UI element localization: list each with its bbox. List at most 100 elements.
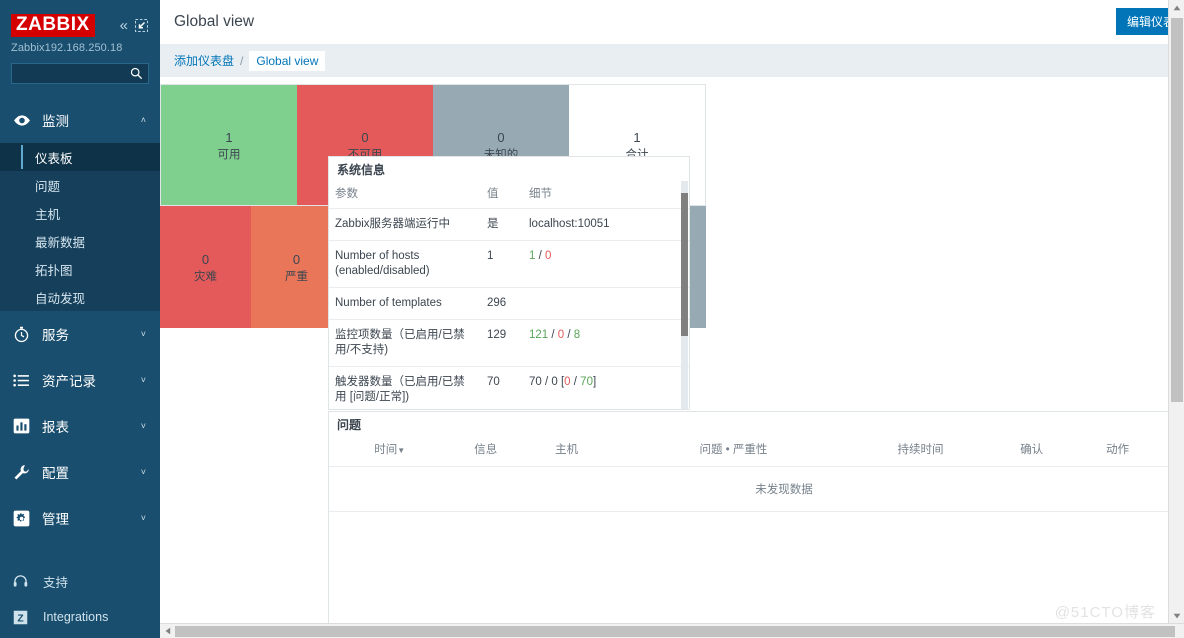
row-value: 1 [481, 240, 523, 288]
horizontal-scrollbar[interactable] [160, 623, 1184, 638]
sort-arrow-icon: ▼ [397, 446, 406, 455]
sidebar-item-label: 服务 [42, 328, 69, 343]
row-parameter: Zabbix服务器端运行中 [329, 208, 481, 241]
page-title: Global view [174, 12, 255, 30]
list-icon [13, 374, 32, 387]
problems-table: 时间▼ 信息 主机 问题 • 严重性 持续时间 确认 动作 标记 未发现数据 [329, 436, 1184, 512]
sidebar-subitem-label: 仪表板 [35, 151, 73, 166]
column-header-details: 细节 [529, 188, 552, 200]
sidebar-subitem-label: 拓扑图 [35, 263, 73, 278]
tile-label: 严重 [285, 270, 308, 283]
chevron-down-icon[interactable]: ˅ [141, 467, 146, 477]
eye-icon [13, 114, 32, 127]
row-parameter: Number of hosts (enabled/disabled) [329, 240, 481, 288]
problems-body: 未发现数据 [329, 466, 1184, 512]
sidebar-item-discovery[interactable]: 自动发现 [0, 283, 160, 311]
sidebar-item-dashboard[interactable]: 仪表板 [0, 143, 160, 171]
sidebar-item-label: 配置 [42, 466, 69, 481]
sidebar-item-latest-data[interactable]: 最新数据 [0, 227, 160, 255]
sidebar-subitem-label: 自动发现 [35, 291, 86, 306]
row-details: 70 / 0 [0 / 70] [523, 366, 689, 409]
column-header-value: 值 [487, 188, 499, 200]
column-header-host[interactable]: 主机 [521, 436, 612, 467]
tile-count: 0 [361, 129, 369, 145]
sidebar: ZABBIX « Zabbix192.168.250.18 监测 ˄ 仪表板 问… [0, 0, 160, 638]
sidebar-item-support[interactable]: 支持 [0, 563, 160, 599]
tile-count: 0 [292, 251, 301, 267]
stopwatch-icon [13, 326, 32, 343]
availability-tile-available[interactable]: 1 可用 [161, 85, 297, 205]
row-value: 129 [481, 319, 523, 367]
chevron-down-icon[interactable]: ˅ [141, 513, 146, 523]
chevron-down-icon[interactable]: ˅ [141, 329, 146, 339]
sidebar-nav-lower: 支持 Z Integrations ? [0, 563, 160, 638]
sidebar-item-label: Integrations [43, 610, 109, 624]
column-header-parameter: 参数 [335, 188, 358, 200]
row-parameter: Number of templates [329, 287, 481, 320]
detail-sep: / [564, 329, 574, 341]
vertical-scrollbar[interactable] [1168, 0, 1184, 624]
search-icon[interactable] [130, 67, 143, 85]
table-header-row: 参数 值 细节 [329, 181, 689, 209]
main-content: Global view 编辑仪表盘 添加仪表盘 / Global view 系统… [160, 0, 1184, 638]
scroll-left-arrow-icon[interactable] [160, 624, 175, 638]
column-header-problem-severity[interactable]: 问题 • 严重性 [612, 436, 855, 467]
row-value: 296 [481, 287, 523, 320]
column-header-ack[interactable]: 确认 [986, 436, 1077, 467]
dashboard-board: 系统信息 参数 值 细节 Zabbix服务器端运行中 是 localhost:1… [160, 77, 1184, 638]
zabbix-logo[interactable]: ZABBIX [11, 14, 95, 37]
sidebar-item-hosts[interactable]: 主机 [0, 199, 160, 227]
sidebar-item-integrations[interactable]: Z Integrations [0, 599, 160, 635]
sidebar-search-wrap [0, 54, 160, 84]
chevron-up-icon[interactable]: ˄ [141, 115, 146, 125]
breadcrumb-add-dashboard-link[interactable]: 添加仪表盘 [174, 52, 234, 69]
sidebar-host-label: Zabbix192.168.250.18 [11, 42, 123, 54]
sidebar-subitem-label: 最新数据 [35, 235, 86, 250]
detail-part: 70 / 0 [ [529, 376, 565, 388]
severity-tile-disaster[interactable]: 0 灾难 [160, 206, 251, 328]
scroll-up-arrow-icon[interactable] [1169, 0, 1184, 16]
column-header-duration[interactable]: 持续时间 [855, 436, 986, 467]
sidebar-item-label: 报表 [42, 420, 69, 435]
top-bar: Global view 编辑仪表盘 [160, 0, 1184, 44]
row-value: 是 [481, 208, 523, 241]
sidebar-item-label: 支持 [43, 575, 69, 590]
table-row: Number of hosts (enabled/disabled) 1 1 /… [329, 240, 689, 288]
sidebar-item-inventory[interactable]: 资产记录 ˅ [0, 357, 160, 403]
column-header-info[interactable]: 信息 [450, 436, 521, 467]
vertical-scrollbar-thumb[interactable] [1171, 18, 1183, 402]
detail-part: localhost:10051 [529, 218, 610, 230]
sidebar-item-services[interactable]: 服务 ˅ [0, 311, 160, 357]
sidebar-item-configuration[interactable]: 配置 ˅ [0, 449, 160, 495]
search-input[interactable] [12, 64, 148, 83]
sidebar-item-monitoring[interactable]: 监测 ˄ [0, 97, 160, 143]
row-parameter: 触发器数量（已启用/已禁用 [问题/正常]) [329, 366, 481, 409]
table-row: 触发器数量（已启用/已禁用 [问题/正常]) 70 70 / 0 [0 / 70… [329, 366, 689, 409]
table-row: 未发现数据 [329, 466, 1184, 512]
sidebar-item-maps[interactable]: 拓扑图 [0, 255, 160, 283]
sidebar-submenu-monitoring: 仪表板 问题 主机 最新数据 拓扑图 自动发现 [0, 143, 160, 311]
horizontal-scrollbar-thumb[interactable] [175, 626, 1175, 637]
widget-header: 问题 [329, 412, 1184, 436]
collapse-sidebar-icon[interactable] [135, 19, 148, 32]
detail-sep: / [548, 329, 558, 341]
tile-count: 1 [225, 129, 233, 145]
search-box[interactable] [11, 63, 149, 84]
sidebar-subitem-label: 主机 [35, 207, 61, 222]
column-header-actions[interactable]: 动作 [1077, 436, 1158, 467]
chevron-down-icon[interactable]: ˅ [141, 375, 146, 385]
sidebar-item-reports[interactable]: 报表 ˅ [0, 403, 160, 449]
sidebar-item-administration[interactable]: 管理 ˅ [0, 495, 160, 541]
detail-part: 70 [580, 376, 593, 388]
system-info-scrollbar-thumb[interactable] [681, 193, 688, 336]
chevron-down-icon[interactable]: ˅ [141, 421, 146, 431]
bar-chart-icon [13, 418, 32, 434]
scroll-down-arrow-icon[interactable] [1169, 608, 1184, 624]
double-chevron-left-icon[interactable]: « [120, 18, 128, 33]
sidebar-item-problems[interactable]: 问题 [0, 171, 160, 199]
sidebar-logo-row: ZABBIX « [0, 0, 160, 38]
breadcrumb-current-dashboard[interactable]: Global view [249, 50, 326, 71]
tile-count: 0 [497, 129, 505, 145]
problems-empty-text: 未发现数据 [329, 466, 1184, 512]
column-header-time[interactable]: 时间▼ [329, 436, 450, 467]
